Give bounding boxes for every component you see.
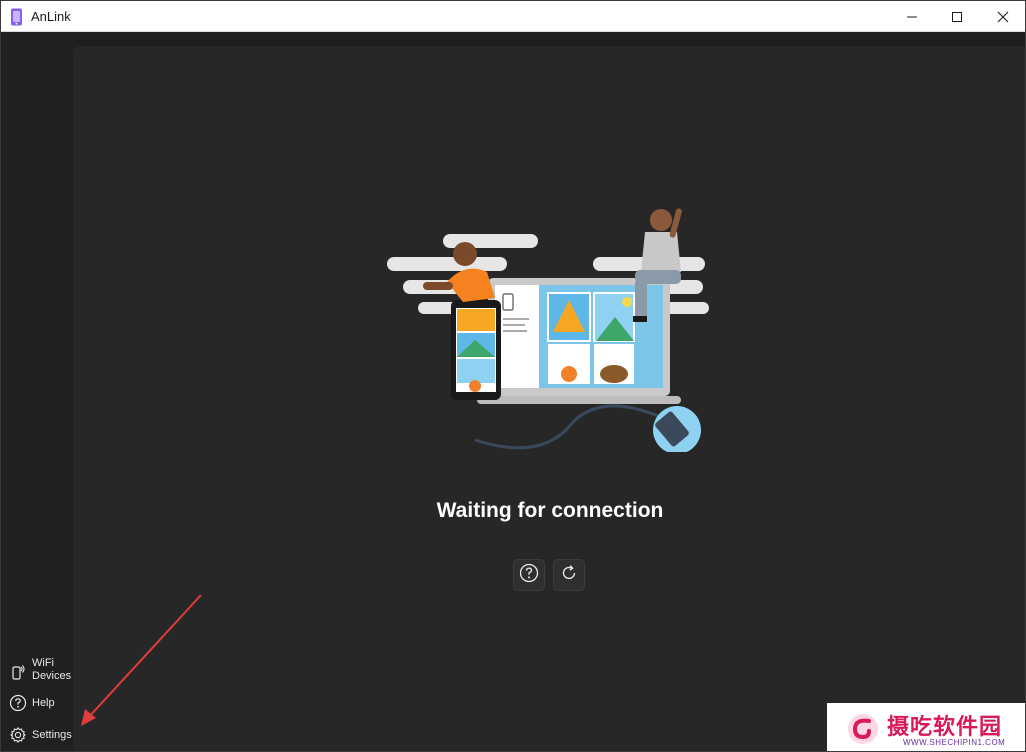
watermark-subtitle: WWW.SHECHIPIN1.COM <box>903 738 1006 747</box>
maximize-button[interactable] <box>934 1 980 32</box>
watermark-title: 摄吃软件园 <box>887 715 1003 740</box>
nav-label-help: Help <box>32 697 55 709</box>
app-window: AnLink WiFi Devices Help Settings Waitin… <box>0 0 1026 752</box>
gear-icon <box>9 726 27 744</box>
nav-item-wifi-devices[interactable]: WiFi Devices <box>1 656 73 686</box>
title-bar[interactable]: AnLink <box>1 1 1025 32</box>
connection-illustration <box>383 202 713 454</box>
nav-label-wifi-line1: WiFi <box>32 657 54 669</box>
nav-item-settings[interactable]: Settings <box>1 725 73 745</box>
wifi-device-icon <box>9 662 27 680</box>
close-button[interactable] <box>980 1 1025 32</box>
help-icon <box>519 563 539 588</box>
close-icon <box>997 11 1009 22</box>
refresh-icon <box>559 563 579 588</box>
app-logo-icon <box>10 8 24 26</box>
nav-label-wifi-line2: Devices <box>32 670 72 682</box>
minimize-button[interactable] <box>889 1 935 32</box>
watermark: 摄吃软件园 WWW.SHECHIPIN1.COM <box>827 703 1025 751</box>
nav-label-settings: Settings <box>32 729 72 741</box>
refresh-button[interactable] <box>553 559 585 591</box>
app-title: AnLink <box>31 9 71 24</box>
main-content: Waiting for connection <box>73 46 1025 751</box>
nav-rail: WiFi Devices Help Settings <box>1 32 73 751</box>
nav-item-help[interactable]: Help <box>1 693 73 713</box>
watermark-logo-icon <box>848 714 878 744</box>
maximize-icon <box>952 11 962 22</box>
minimize-icon <box>907 16 917 17</box>
help-button[interactable] <box>513 559 545 591</box>
help-icon <box>9 694 27 712</box>
connection-status-text: Waiting for connection <box>436 499 664 522</box>
